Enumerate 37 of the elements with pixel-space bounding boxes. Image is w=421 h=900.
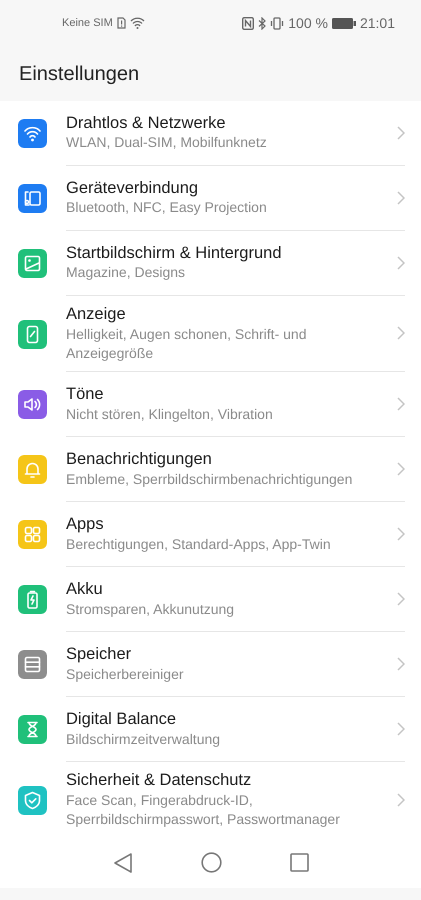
battery-percent: 100 % [288, 14, 328, 32]
settings-item[interactable]: Startbildschirm & Hintergrund Magazine, Designs [66, 231, 405, 296]
item-title: Speicher [66, 644, 132, 665]
item-title: Drahtlos & Netzwerke [66, 112, 227, 134]
settings-item[interactable]: Töne Nicht stören, Klingelton, Vibration [66, 372, 405, 438]
item-subtitle: Bildschirmzeitverwaltung [66, 730, 222, 749]
settings-item[interactable]: Apps Berechtigungen, Standard-Apps, App-Twin [66, 502, 405, 568]
settings-item[interactable]: Drahtlos & Netzwerke WLAN, Dual-SIM, Mobilfunknetz [66, 101, 405, 166]
item-subtitle: Speicherbereiniger [66, 664, 185, 684]
settings-item[interactable]: Speicher Speicherbereiniger [66, 632, 405, 698]
item-subtitle: WLAN, Dual-SIM, Mobilfunknetz [66, 133, 268, 152]
carrier-text: Keine SIM [62, 16, 113, 31]
settings-item[interactable]: Akku Stromsparen, Akkunutzung [66, 567, 405, 632]
item-title: Benachrichtigungen [66, 449, 213, 470]
item-title: Geräteverbindung [66, 178, 200, 198]
page-title: Einstellungen [19, 62, 140, 86]
settings-item[interactable]: Sicherheit & Datenschutz Face Scan, Fingerabdruck-ID, Sperrbildschirmpasswort, Passwortmanager [66, 762, 405, 838]
item-title: Digital Balance [66, 709, 178, 730]
item-title: Töne [66, 384, 105, 405]
item-title: Startbildschirm & Hintergrund [66, 242, 282, 264]
item-title: Apps [66, 514, 105, 535]
item-subtitle: Embleme, Sperrbildschirmbenachrichtigungen [66, 470, 354, 489]
item-subtitle: Helligkeit, Augen schonen, Schrift- und Anzeigegröße [66, 324, 308, 362]
item-title: Sicherheit & Datenschutz [66, 770, 252, 792]
item-title: Akku [66, 579, 104, 600]
item-subtitle: Face Scan, Fingerabdruck-ID, Sperrbildschirmpasswort, Passwortmanager [66, 791, 341, 829]
item-subtitle: Berechtigungen, Standard-Apps, App-Twin [66, 534, 332, 554]
item-title: Anzeige [66, 304, 127, 325]
item-subtitle: Bluetooth, NFC, Easy Projection [66, 198, 268, 218]
item-subtitle: Stromsparen, Akkunutzung [66, 600, 236, 619]
settings-item[interactable]: Anzeige Helligkeit, Augen schonen, Schrift- und Anzeigegröße [66, 296, 405, 372]
item-subtitle: Nicht stören, Klingelton, Vibration [66, 404, 274, 424]
settings-item[interactable]: Digital Balance Bildschirmzeitverwaltung [66, 697, 405, 762]
settings-item[interactable]: Benachrichtigungen Embleme, Sperrbildschirmbenachrichtigungen [66, 437, 405, 502]
settings-item[interactable]: Geräteverbindung Bluetooth, NFC, Easy Projection [66, 166, 405, 231]
clock: 21:01 [360, 14, 395, 32]
item-subtitle: Magazine, Designs [66, 263, 186, 282]
